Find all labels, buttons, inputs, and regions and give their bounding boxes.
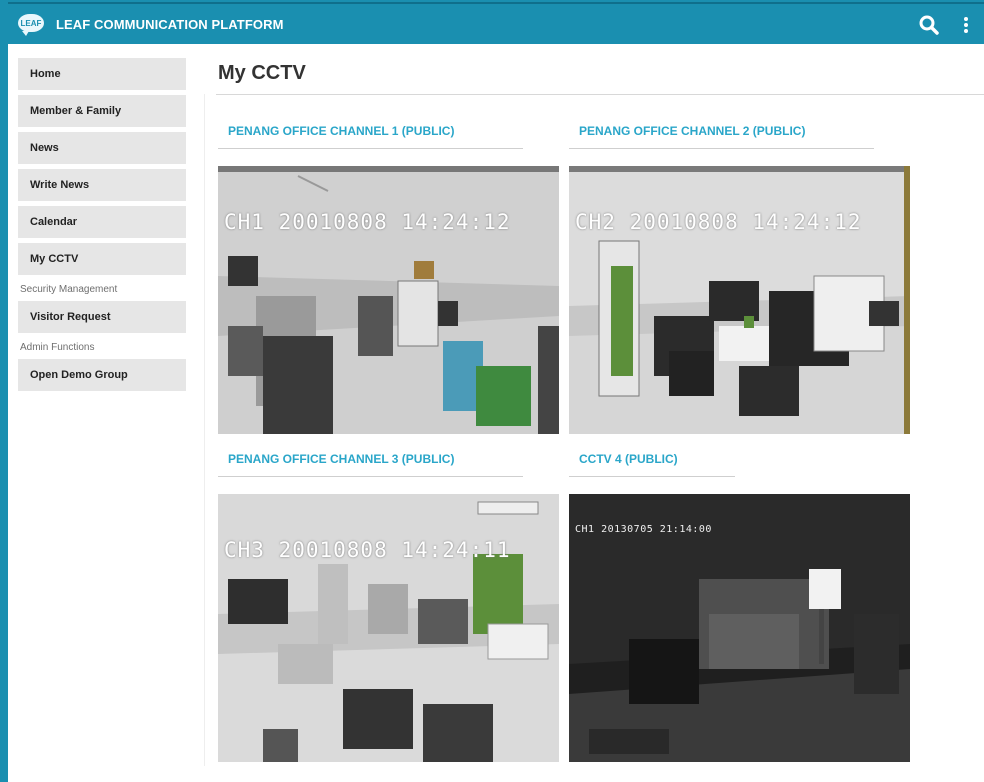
camera-3-osd: CH3 20010808 14:24:11 xyxy=(224,538,511,562)
app-title: LEAF COMMUNICATION PLATFORM xyxy=(56,17,284,32)
camera-feed-1[interactable]: CH1 20010808 14:24:12 xyxy=(218,166,559,434)
camera-title-3[interactable]: PENANG OFFICE CHANNEL 3 (PUBLIC) xyxy=(228,452,454,466)
sidebar-item-visitor-request[interactable]: Visitor Request xyxy=(18,301,186,333)
camera-title-underline xyxy=(569,476,735,477)
section-label-security: Security Management xyxy=(20,284,118,295)
sidebar-item-my-cctv[interactable]: My CCTV xyxy=(18,243,186,275)
camera-feed-2[interactable]: CH2 20010808 14:24:12 xyxy=(569,166,910,434)
app-window: LEAF LEAF COMMUNICATION PLATFORM Home Me… xyxy=(8,2,984,782)
sidebar-item-member-family[interactable]: Member & Family xyxy=(18,95,186,127)
sidebar-item-home[interactable]: Home xyxy=(18,58,186,90)
sidebar-item-calendar[interactable]: Calendar xyxy=(18,206,186,238)
camera-4-osd: CH1 20130705 21:14:00 xyxy=(575,524,712,535)
sidebar-item-news[interactable]: News xyxy=(18,132,186,164)
camera-title-1[interactable]: PENANG OFFICE CHANNEL 1 (PUBLIC) xyxy=(228,124,454,138)
camera-1-osd: CH1 20010808 14:24:12 xyxy=(224,210,511,234)
page-title: My CCTV xyxy=(218,62,306,84)
leaf-logo[interactable]: LEAF xyxy=(18,14,44,36)
camera-title-underline xyxy=(569,148,874,149)
camera-feed-3[interactable]: CH3 20010808 14:24:11 xyxy=(218,494,559,762)
camera-feed-4[interactable]: CH1 20130705 21:14:00 xyxy=(569,494,910,762)
title-divider xyxy=(216,94,984,95)
camera-title-4[interactable]: CCTV 4 (PUBLIC) xyxy=(579,452,678,466)
camera-title-underline xyxy=(218,476,523,477)
top-bar: LEAF LEAF COMMUNICATION PLATFORM xyxy=(8,2,984,44)
camera-2-osd: CH2 20010808 14:24:12 xyxy=(575,210,862,234)
camera-2-scene xyxy=(569,166,910,434)
sidebar-item-open-demo-group[interactable]: Open Demo Group xyxy=(18,359,186,391)
content-divider xyxy=(204,94,205,766)
camera-1-scene xyxy=(218,166,559,434)
camera-3-scene xyxy=(218,494,559,762)
sidebar-item-write-news[interactable]: Write News xyxy=(18,169,186,201)
search-icon[interactable] xyxy=(918,14,940,36)
camera-title-underline xyxy=(218,148,523,149)
sidebar: Home Member & Family News Write News Cal… xyxy=(18,58,188,396)
camera-title-2[interactable]: PENANG OFFICE CHANNEL 2 (PUBLIC) xyxy=(579,124,805,138)
more-vertical-icon[interactable] xyxy=(958,14,974,36)
section-label-admin: Admin Functions xyxy=(20,342,95,353)
